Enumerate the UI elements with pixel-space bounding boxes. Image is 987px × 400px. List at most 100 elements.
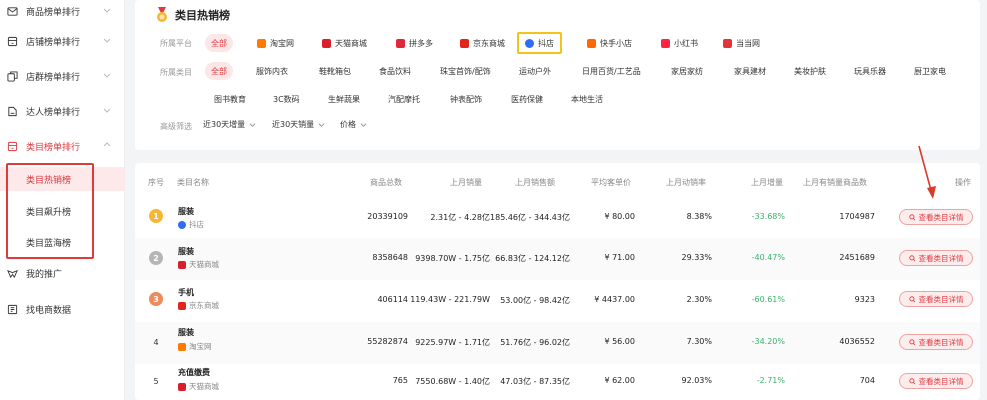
category-name: 服装 <box>178 247 194 256</box>
person-icon <box>6 105 18 117</box>
category-label: 所属类目 <box>160 68 192 77</box>
category-chip[interactable]: 钟表配饰 <box>444 90 488 108</box>
table-row: 1 服装 抖店 20339109 2.31亿 - 4.28亿 185.46亿 -… <box>135 196 980 238</box>
douyin-icon <box>525 38 534 48</box>
category-chip[interactable]: 本地生活 <box>565 90 609 108</box>
chip-label: 当当网 <box>736 38 760 48</box>
jd-icon <box>178 301 186 310</box>
view-category-detail-button[interactable]: 查看类目详情 <box>899 250 973 266</box>
category-chip[interactable]: 医药保健 <box>505 90 549 108</box>
view-category-detail-button[interactable]: 查看类目详情 <box>899 334 973 350</box>
category-chip[interactable]: 图书教育 <box>208 90 252 108</box>
revenue-cell: 53.00亿 - 98.42亿 <box>500 296 570 305</box>
store-icon <box>6 35 18 47</box>
select-30d-growth[interactable]: 近30天增量 <box>203 119 256 130</box>
xiaohongshu-icon <box>661 38 670 48</box>
platform-chip-xiaohongshu[interactable]: 小红书 <box>655 34 704 52</box>
store-icon <box>6 140 18 152</box>
platform-tag: 天猫商城 <box>178 259 219 270</box>
chip-label: 生鲜蔬果 <box>328 94 360 104</box>
category-chip[interactable]: 3C数码 <box>267 90 306 108</box>
view-category-detail-button[interactable]: 查看类目详情 <box>899 373 973 389</box>
category-chip[interactable]: 服饰内衣 <box>250 62 294 80</box>
total-cell: 765 <box>392 376 408 385</box>
platform-chip-douyin[interactable]: 抖店 <box>517 32 562 54</box>
col-header-total: 商品总数 <box>370 178 402 187</box>
sidebar-item-my-promo[interactable]: 我的推广 <box>0 262 125 284</box>
chip-label: 服饰内衣 <box>256 66 288 76</box>
rate-cell: 29.33% <box>681 253 712 262</box>
platform-chip-tmall[interactable]: 天猫商城 <box>316 34 373 52</box>
sidebar-item-store-rank[interactable]: 店铺榜单排行 <box>0 30 125 52</box>
platform-chip-pdd[interactable]: 拼多多 <box>390 34 439 52</box>
rank-badge: 1 <box>149 209 163 223</box>
chip-label: 全部 <box>211 66 227 76</box>
mail-icon <box>6 5 18 17</box>
dangdang-icon <box>723 38 732 48</box>
total-cell: 20339109 <box>367 212 408 221</box>
category-chip-all[interactable]: 全部 <box>205 62 233 80</box>
tmall-icon <box>322 38 331 48</box>
platform-label: 所属平台 <box>160 39 192 48</box>
sidebar-item-category-rank[interactable]: 类目榜单排行 <box>0 135 125 157</box>
sales-cell: 7550.68W - 1.40亿 <box>415 377 490 386</box>
growth-cell: -40.47% <box>751 253 785 262</box>
category-chip[interactable]: 食品饮料 <box>373 62 417 80</box>
category-chip[interactable]: 美妆护肤 <box>788 62 832 80</box>
chip-label: 食品饮料 <box>379 66 411 76</box>
table-row: 4 服装 淘宝网 55282874 9225.97W - 1.71亿 51.76… <box>135 322 980 364</box>
medal-icon <box>157 7 167 22</box>
main-content: 类目热销榜 所属平台 全部 淘宝网 天猫商城 拼多多 京东商城 抖店 快手小店 … <box>135 0 987 400</box>
platform-chip-jd[interactable]: 京东商城 <box>454 34 511 52</box>
category-chip[interactable]: 家居家纺 <box>665 62 709 80</box>
category-chip[interactable]: 运动户外 <box>513 62 557 80</box>
douyin-icon <box>178 220 186 229</box>
chip-label: 家居家纺 <box>671 66 703 76</box>
sidebar-item-find-data[interactable]: 找电商数据 <box>0 298 125 320</box>
select-price[interactable]: 价格 <box>340 119 367 130</box>
chip-label: 鞋靴箱包 <box>319 66 351 76</box>
sidebar-item-product-rank[interactable]: 商品榜单排行 <box>0 0 125 22</box>
col-header-sales: 上月销量 <box>450 178 482 187</box>
chip-label: 日用百货/工艺品 <box>582 66 641 76</box>
col-header-rate: 上月动销率 <box>666 178 706 187</box>
category-name: 手机 <box>178 288 194 297</box>
annotation-arrow <box>918 145 936 199</box>
select-30d-sales[interactable]: 近30天销量 <box>272 119 325 130</box>
category-chip[interactable]: 玩具乐器 <box>848 62 892 80</box>
category-chip[interactable]: 珠宝首饰/配饰 <box>434 62 497 80</box>
sidebar-item-store-group-rank[interactable]: 店群榜单排行 <box>0 65 125 87</box>
sales-cell: 9398.70W - 1.75亿 <box>415 254 490 263</box>
chevron-down-icon <box>103 38 111 43</box>
category-chip[interactable]: 生鲜蔬果 <box>322 90 366 108</box>
category-chip[interactable]: 日用百货/工艺品 <box>576 62 647 80</box>
platform-chip-all[interactable]: 全部 <box>205 34 233 52</box>
sales-cell: 119.43W - 221.79W <box>410 295 490 304</box>
category-name: 充值缴费 <box>178 368 210 377</box>
platform-name: 淘宝网 <box>189 342 212 351</box>
sidebar-item-influencer-rank[interactable]: 达人榜单排行 <box>0 100 125 122</box>
category-chip[interactable]: 鞋靴箱包 <box>313 62 357 80</box>
category-chip[interactable]: 汽配摩托 <box>382 90 426 108</box>
platform-chip-dangdang[interactable]: 当当网 <box>717 34 766 52</box>
button-label: 查看类目详情 <box>918 212 964 222</box>
platform-chip-kuaishou[interactable]: 快手小店 <box>581 34 638 52</box>
table-row: 3 手机 京东商城 406114 119.43W - 221.79W 53.00… <box>135 280 980 322</box>
view-category-detail-button[interactable]: 查看类目详情 <box>899 209 973 225</box>
revenue-cell: 51.76亿 - 96.02亿 <box>500 338 570 347</box>
chip-label: 玩具乐器 <box>854 66 886 76</box>
rate-cell: 8.38% <box>686 212 712 221</box>
view-category-detail-button[interactable]: 查看类目详情 <box>899 291 973 307</box>
chip-label: 钟表配饰 <box>450 94 482 104</box>
button-label: 查看类目详情 <box>918 294 964 304</box>
jd-icon <box>460 38 469 48</box>
taobao-icon <box>178 342 186 351</box>
category-chip[interactable]: 家具建材 <box>728 62 772 80</box>
total-cell: 406114 <box>377 295 408 304</box>
button-label: 查看类目详情 <box>918 253 964 263</box>
category-chip[interactable]: 厨卫家电 <box>908 62 952 80</box>
chevron-down-icon <box>360 123 367 127</box>
platform-name: 天猫商城 <box>189 260 219 269</box>
platform-chip-taobao[interactable]: 淘宝网 <box>251 34 300 52</box>
revenue-cell: 66.83亿 - 124.12亿 <box>495 254 570 263</box>
